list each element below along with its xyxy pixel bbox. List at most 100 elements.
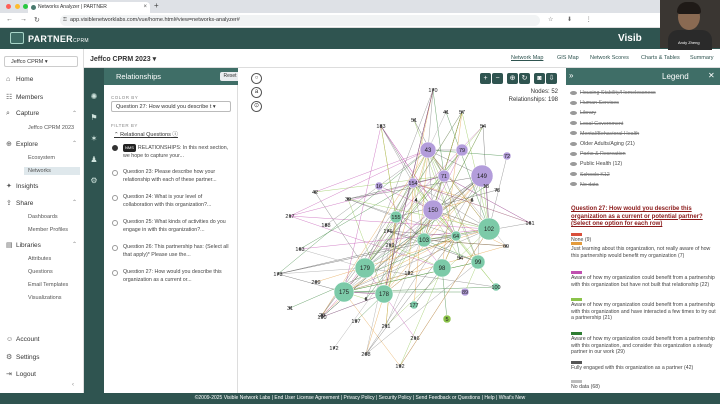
legend-item[interactable]: Public Health (12)	[570, 161, 622, 167]
radio-icon[interactable]	[112, 220, 118, 226]
settings-icon[interactable]: ⚙	[89, 176, 99, 186]
nav-capture[interactable]: ⌕ Capture	[6, 110, 39, 118]
legend-item[interactable]: No data	[570, 182, 599, 188]
logo-sub: CPRM	[72, 38, 89, 44]
people-icon[interactable]: ♟	[89, 155, 99, 165]
nav-members[interactable]: ☷ Members	[6, 93, 43, 101]
zoom-in-icon[interactable]: +	[480, 73, 491, 84]
browser-tab[interactable]: Networks Analyzer | PARTNER ×	[28, 2, 150, 13]
question-option[interactable]: Question 23: Please describe how your re…	[112, 169, 232, 184]
gear-icon[interactable]: ✶	[89, 134, 99, 144]
radio-selected-icon[interactable]	[112, 145, 118, 151]
nav-sub-ecosystem[interactable]: Ecosystem	[28, 155, 55, 161]
download-icon[interactable]: ⇩	[546, 73, 557, 84]
tab-network-scores[interactable]: Network Scores	[590, 55, 629, 61]
nav-home[interactable]: ⌂ Home	[6, 76, 33, 83]
camera-icon[interactable]: ◙	[534, 73, 545, 84]
chevron-up-icon[interactable]: ⌃	[72, 140, 77, 147]
legend-swatch-icon	[570, 100, 577, 105]
layout-tool-icon[interactable]: ⊙	[251, 101, 262, 112]
close-icon[interactable]: ✕	[708, 71, 715, 80]
app-logo[interactable]: PARTNERCPRM	[28, 34, 89, 44]
back-icon[interactable]: ←	[6, 16, 13, 23]
legend-item[interactable]: Local Government	[570, 121, 623, 127]
question-option[interactable]: NMS RELATIONSHIPS: In this next section, …	[112, 144, 232, 160]
minimize-window-button[interactable]	[14, 4, 20, 9]
chevron-up-icon[interactable]: ⌃	[72, 241, 77, 248]
nav-sub-visualizations[interactable]: Visualizations	[28, 295, 62, 301]
question-option[interactable]: Question 25: What kinds of activities do…	[112, 219, 232, 234]
forward-icon[interactable]: →	[20, 16, 27, 23]
legend-item[interactable]: Housing Stability/Homelessness	[570, 90, 656, 96]
close-window-button[interactable]	[6, 4, 11, 9]
tab-charts-tables[interactable]: Charts & Tables	[641, 55, 680, 61]
circle-tool-icon[interactable]: ○	[251, 73, 262, 84]
refresh-icon[interactable]: ↻	[519, 73, 530, 84]
reset-button[interactable]: Reset	[220, 72, 240, 81]
reload-icon[interactable]: ↻	[34, 16, 40, 24]
nav-account[interactable]: ☺ Account	[6, 336, 40, 343]
expand-legend-icon[interactable]: »	[569, 71, 573, 80]
collapse-nav-icon[interactable]: ‹	[72, 382, 74, 388]
nav-sub-networks[interactable]: Networks	[24, 167, 80, 175]
network-icon[interactable]: ✺	[89, 92, 99, 102]
node-label: 177	[409, 303, 418, 309]
legend-response[interactable]: Just learning about this organization, n…	[571, 242, 717, 259]
sub-header: Jeffco CPRM 2023 ▾ Network Map GIS Map N…	[84, 49, 720, 68]
relational-questions-toggle[interactable]: ⌃ Relational Questions ⓘ	[114, 130, 178, 138]
new-tab-icon[interactable]: +	[154, 1, 159, 10]
radio-icon[interactable]	[112, 195, 118, 201]
question-option[interactable]: Question 27: How would you describe this…	[112, 269, 232, 284]
label-tool-icon[interactable]: a	[251, 87, 262, 98]
chevron-up-icon[interactable]: ⌃	[72, 199, 77, 206]
color-by-select[interactable]: Question 27: How would you describe t ▾	[111, 101, 231, 112]
legend-response[interactable]: Aware of how my organization could benef…	[571, 332, 717, 356]
nav-sub-jeffco-2023[interactable]: Jeffco CPRM 2023	[28, 125, 74, 131]
org-select[interactable]: Jeffco CPRM ▾	[4, 56, 78, 67]
nav-libraries[interactable]: ▤ Libraries	[6, 241, 41, 249]
legend-response[interactable]: Fully engaged with this organization as …	[571, 361, 717, 372]
legend-response[interactable]: Aware of how my organization could benef…	[571, 271, 717, 288]
node-label: 150	[428, 208, 439, 214]
network-map-canvas[interactable]: 170 183 51 41 57 54 72 43 79 149 42 16 71 154 13 4 6 39 21…	[238, 68, 566, 393]
question-option[interactable]: Question 26: This partnership has: (Sele…	[112, 244, 232, 259]
nav-settings[interactable]: ⚙ Settings	[6, 353, 40, 361]
legend-item[interactable]: Older Adults/Aging (21)	[570, 141, 635, 147]
node-label: 57	[459, 110, 465, 116]
tab-close-icon[interactable]: ×	[143, 2, 147, 13]
tab-summary[interactable]: Summary	[690, 55, 714, 61]
nav-sub-member-profiles[interactable]: Member Profiles	[28, 227, 68, 233]
nav-share[interactable]: ⇪ Share	[6, 199, 33, 207]
legend-response[interactable]: Aware of how my organization could benef…	[571, 298, 717, 322]
zoom-out-icon[interactable]: −	[492, 73, 503, 84]
nav-sub-attributes[interactable]: Attributes	[28, 256, 51, 262]
radio-icon[interactable]	[112, 270, 118, 276]
legend-response[interactable]: No data (68)	[571, 380, 717, 391]
tab-network-map[interactable]: Network Map	[511, 55, 543, 61]
legend-item[interactable]: Human Services	[570, 100, 619, 106]
tab-gis-map[interactable]: GIS Map	[557, 55, 579, 61]
nav-logout[interactable]: ⇥ Logout	[6, 370, 36, 378]
legend-item[interactable]: Mental/Behavioral Health	[570, 131, 639, 137]
filter-icon[interactable]: ⚑	[89, 113, 99, 123]
radio-icon[interactable]	[112, 245, 118, 251]
chevron-up-icon[interactable]: ⌃	[72, 110, 77, 117]
nav-sub-questions[interactable]: Questions	[28, 269, 53, 275]
legend-item[interactable]: Library	[570, 110, 596, 116]
nav-explore[interactable]: ⊕ Explore	[6, 140, 38, 148]
nav-insights[interactable]: ✦ Insights	[6, 182, 38, 190]
project-title[interactable]: Jeffco CPRM 2023 ▾	[90, 55, 156, 63]
footer[interactable]: ©2009-2025 Visible Network Labs | End Us…	[0, 393, 720, 404]
network-graph[interactable]: 170 183 51 41 57 54 72 43 79 149 42 16 71 154 13 4 6 39 21…	[238, 68, 566, 393]
question-option[interactable]: Question 24: What is your level of colla…	[112, 194, 232, 209]
favicon-icon	[31, 5, 36, 10]
radio-icon[interactable]	[112, 170, 118, 176]
node-label: 208	[361, 352, 370, 358]
nav-sub-email-templates[interactable]: Email Templates	[28, 282, 68, 288]
target-icon[interactable]: ⊕	[507, 73, 518, 84]
nav-sub-dashboards[interactable]: Dashboards	[28, 214, 58, 220]
url-field[interactable]: ⚿ app.visiblenetworklabs.com/vue/home.ht…	[60, 15, 540, 26]
legend-item[interactable]: Schools K12	[570, 172, 610, 178]
browser-toolbar-icons[interactable]: ☆ ⬇ ⋮	[548, 16, 598, 23]
legend-item[interactable]: Parks & Recreation	[570, 151, 626, 157]
